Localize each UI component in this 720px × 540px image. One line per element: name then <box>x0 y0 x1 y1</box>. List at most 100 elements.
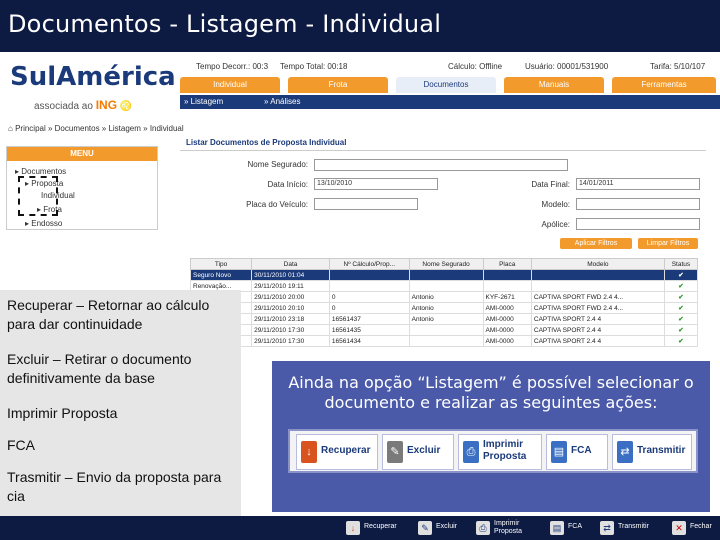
cell: 29/11/2010 19:11 <box>251 280 330 292</box>
table-row[interactable]: Renovação... 29/11/2010 19:11 ✔ <box>189 280 699 292</box>
status-check-icon: ✔ <box>663 302 699 314</box>
fca-label: FCA <box>571 445 592 456</box>
menu-item-documentos[interactable]: ▸ Documentos <box>15 167 66 176</box>
table-row[interactable]: Seguro Novo 30/11/2010 01:04 ✔ <box>189 269 699 281</box>
label-data-final: Data Final: <box>531 180 570 189</box>
col-modelo[interactable]: Modelo <box>530 258 665 270</box>
menu-item-endosso[interactable]: ▸ Endosso <box>25 219 62 228</box>
cell: CAPTIVA SPORT 2.4 4 <box>530 313 665 325</box>
cell <box>408 335 484 347</box>
bottom-fca-button[interactable]: ▤ FCA <box>550 520 590 536</box>
highlight-box <box>18 176 58 216</box>
col-nome[interactable]: Nome Segurado <box>408 258 484 270</box>
bottom-excluir-label: Excluir <box>436 523 458 530</box>
imprimir-proposta-button[interactable]: ⎙ Imprimir Proposta <box>458 434 542 470</box>
arrow-down-icon: ↓ <box>346 521 360 535</box>
table-row[interactable]: 29/11/2010 20:10 0 Antonio AMI-0000 CAPTIVA … <box>189 302 699 314</box>
note-recuperar: Recuperar – Retornar ao cálculo para dar… <box>7 297 210 332</box>
apolice-input[interactable] <box>576 218 700 230</box>
cell: Antonio <box>408 313 484 325</box>
eraser-icon: ✎ <box>418 521 432 535</box>
cell <box>530 280 665 292</box>
clear-filters-button[interactable]: Limpar Filtros <box>638 238 698 249</box>
recuperar-label: Recuperar <box>321 445 371 456</box>
breadcrumb: ⌂ Principal » Documentos » Listagem » In… <box>8 124 184 133</box>
menu-item-label: Endosso <box>31 219 63 228</box>
cell: KYF-2671 <box>482 291 532 303</box>
cell: Seguro Novo <box>189 269 253 281</box>
transmitir-button[interactable]: ⇄ Transmitir <box>612 434 692 470</box>
transmit-icon: ⇄ <box>600 521 614 535</box>
tab-manuais[interactable]: Manuais <box>504 77 604 93</box>
note-fca: FCA <box>7 437 35 453</box>
cell <box>408 280 484 292</box>
tab-documentos[interactable]: Documentos <box>396 77 496 93</box>
cell: CAPTIVA SPORT 2.4 4 <box>530 324 665 336</box>
action-button-bar: ↓ Recuperar ✎ Excluir ⎙ Imprimir Propost… <box>288 429 698 473</box>
label-apolice: Apólice: <box>541 220 570 229</box>
recuperar-button[interactable]: ↓ Recuperar <box>296 434 378 470</box>
actions-explanation-box: Recuperar – Retornar ao cálculo para dar… <box>0 290 241 516</box>
sub-tabs: » Listagem » Análises <box>180 95 720 109</box>
logo-subtext: associada ao ING ♌ <box>34 98 132 112</box>
bottom-transmitir-label: Transmitir <box>618 523 649 530</box>
data-inicio-input[interactable]: 13/10/2010 <box>314 178 438 190</box>
bottom-fechar-label: Fechar <box>690 523 712 530</box>
elapsed-time: Tempo Decorr.: 00:3 <box>196 62 269 71</box>
excluir-button[interactable]: ✎ Excluir <box>382 434 454 470</box>
cell <box>328 269 410 281</box>
cell: 29/11/2010 17:30 <box>251 324 330 336</box>
bottom-excluir-button[interactable]: ✎ Excluir <box>418 520 474 536</box>
cell: CAPTIVA SPORT FWD 2.4 4... <box>530 302 665 314</box>
transmitir-label: Transmitir <box>637 445 686 456</box>
cell: 29/11/2010 17:30 <box>251 335 330 347</box>
slide-title-bar: Documentos - Listagem - Individual <box>0 0 720 52</box>
cell: Antonio <box>408 291 484 303</box>
tab-individual[interactable]: Individual <box>180 77 280 93</box>
fca-button[interactable]: ▤ FCA <box>546 434 608 470</box>
status-check-icon: ✔ <box>663 313 699 325</box>
modelo-input[interactable] <box>576 198 700 210</box>
col-tipo[interactable]: Tipo <box>189 258 253 270</box>
status-check-icon: ✔ <box>663 324 699 336</box>
col-numero[interactable]: Nº Cálculo/Prop... <box>328 258 410 270</box>
tab-frota[interactable]: Frota <box>288 77 388 93</box>
printer-icon: ⎙ <box>463 441 479 463</box>
bottom-fechar-button[interactable]: ✕ Fechar <box>672 520 718 536</box>
cell: AMI-0000 <box>482 302 532 314</box>
imprimir-label: Imprimir Proposta <box>483 439 527 462</box>
cell: AMI-0000 <box>482 324 532 336</box>
cell: 30/11/2010 01:04 <box>251 269 330 281</box>
table-row[interactable]: 29/11/2010 17:30 16561434 AMI-0000 CAPTIVA … <box>189 335 699 347</box>
table-row[interactable]: 29/11/2010 17:30 16561435 AMI-0000 CAPTIVA … <box>189 324 699 336</box>
cell: 29/11/2010 23:18 <box>251 313 330 325</box>
data-final-input[interactable]: 14/01/2011 <box>576 178 700 190</box>
user-id: Usuário: 00001/531900 <box>525 62 609 71</box>
status-check-icon: ✔ <box>663 269 699 281</box>
col-status[interactable]: Status <box>663 258 699 270</box>
cell: CAPTIVA SPORT FWD 2.4 4... <box>530 291 665 303</box>
table-header: Tipo Data Nº Cálculo/Prop... Nome Segura… <box>189 258 699 270</box>
table-row[interactable]: 29/11/2010 20:00 0 Antonio KYF-2671 CAPTIVA … <box>189 291 699 303</box>
tab-ferramentas[interactable]: Ferramentas <box>612 77 716 93</box>
nome-segurado-input[interactable] <box>314 159 568 171</box>
logo: SulAmérica associada ao ING ♌ <box>4 58 176 116</box>
subtab-analises[interactable]: » Análises <box>264 97 300 106</box>
subtab-listagem[interactable]: » Listagem <box>184 97 223 106</box>
placa-input[interactable] <box>314 198 418 210</box>
breadcrumb-text[interactable]: Principal » Documentos » Listagem » Indi… <box>15 124 184 133</box>
form-title: Listar Documentos de Proposta Individual <box>180 138 706 151</box>
table-row[interactable]: 29/11/2010 23:18 16561437 Antonio AMI-0000 C… <box>189 313 699 325</box>
calc-status: Cálculo: Offline <box>448 62 503 71</box>
excluir-label: Excluir <box>407 445 441 456</box>
close-icon: ✕ <box>672 521 686 535</box>
col-data[interactable]: Data <box>251 258 330 270</box>
bottom-transmitir-button[interactable]: ⇄ Transmitir <box>600 520 662 536</box>
apply-filters-button[interactable]: Aplicar Filtros <box>560 238 632 249</box>
logo-main-text: SulAmérica <box>10 62 176 92</box>
bottom-recuperar-button[interactable]: ↓ Recuperar <box>346 520 416 536</box>
bottom-imprimir-button[interactable]: ⎙ Imprimir Proposta <box>476 520 538 536</box>
col-placa[interactable]: Placa <box>482 258 532 270</box>
menu-title: MENU <box>7 147 157 161</box>
document-icon: ▤ <box>551 441 567 463</box>
